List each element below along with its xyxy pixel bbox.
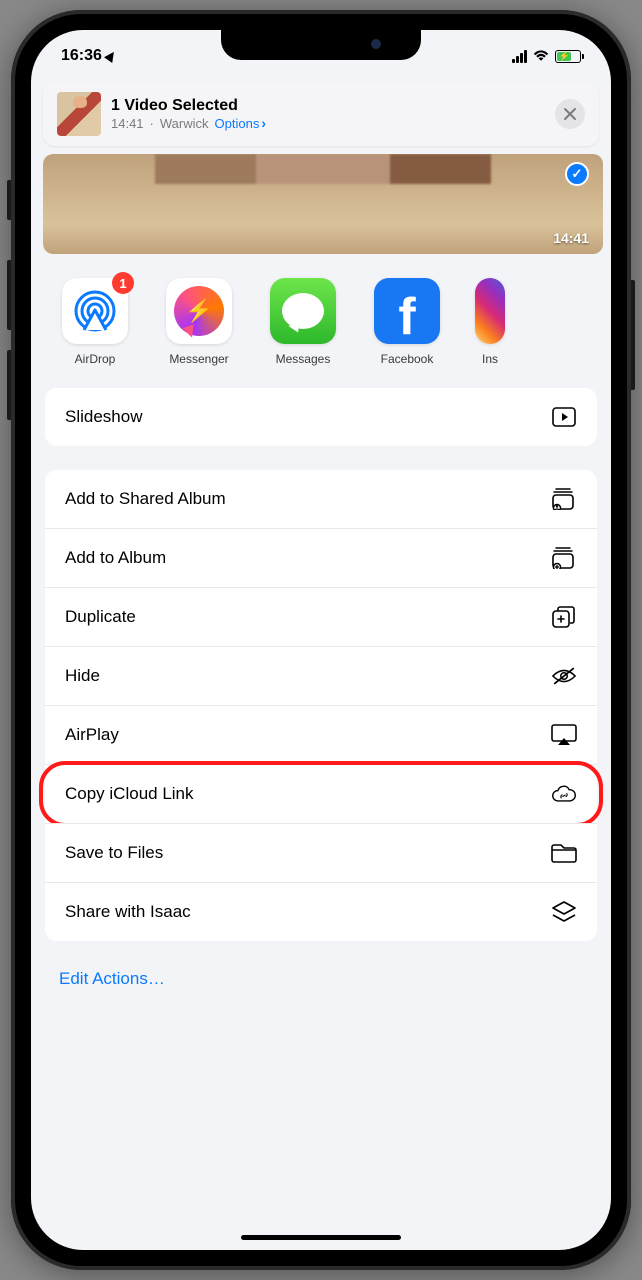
share-with-isaac-action[interactable]: Share with Isaac [45,882,597,941]
airdrop-app[interactable]: 1 AirDrop [59,278,131,366]
folder-icon [551,842,577,864]
share-header: 1 Video Selected 14:41 · Warwick Options… [43,82,599,146]
video-duration: 14:41 [553,230,589,246]
messages-icon [270,278,336,344]
instagram-app[interactable]: Ins [475,278,505,366]
selection-thumbnail [57,92,101,136]
instagram-label: Ins [482,352,498,366]
airplay-action[interactable]: AirPlay [45,705,597,764]
facebook-label: Facebook [381,352,434,366]
hide-label: Hide [65,666,100,686]
selected-check-icon: ✓ [565,162,589,186]
edit-actions-link[interactable]: Edit Actions… [31,951,611,1019]
add-album-action[interactable]: Add to Album [45,528,597,587]
preview-row: ✓ 14:41 [43,154,611,254]
airdrop-icon: 1 [62,278,128,344]
duplicate-action[interactable]: Duplicate [45,587,597,646]
save-to-files-action[interactable]: Save to Files [45,823,597,882]
location-arrow-icon [104,49,118,63]
album-plus-icon [551,547,577,569]
close-button[interactable] [555,99,585,129]
volume-up-button [7,260,11,330]
slideshow-action[interactable]: Slideshow [45,388,597,446]
mute-switch [7,180,11,220]
save-files-label: Save to Files [65,843,163,863]
duplicate-icon [551,606,577,628]
phone-frame: 16:36 ⚡ 1 Video Selected 14:41 · Warwick… [11,10,631,1270]
share-isaac-label: Share with Isaac [65,902,191,922]
power-button [631,280,635,390]
volume-down-button [7,350,11,420]
messenger-app[interactable]: ⚡ Messenger [163,278,235,366]
status-time: 16:36 [61,47,102,65]
selection-title: 1 Video Selected [111,97,545,115]
airplay-label: AirPlay [65,725,119,745]
screen: 16:36 ⚡ 1 Video Selected 14:41 · Warwick… [31,30,611,1250]
action-list-2: Add to Shared Album Add to Album Duplica… [45,470,597,941]
options-button[interactable]: Options› [215,115,266,131]
header-time: 14:41 [111,116,144,131]
add-album-label: Add to Album [65,548,166,568]
battery-icon: ⚡ [555,50,581,63]
add-shared-album-action[interactable]: Add to Shared Album [45,470,597,528]
messages-label: Messages [276,352,331,366]
copy-icloud-label: Copy iCloud Link [65,784,194,804]
play-box-icon [551,406,577,428]
instagram-icon [475,278,505,344]
add-shared-album-label: Add to Shared Album [65,489,226,509]
action-list-1: Slideshow [45,388,597,446]
messages-app[interactable]: Messages [267,278,339,366]
share-apps-row[interactable]: 1 AirDrop ⚡ Messenger Messages f [31,254,611,388]
layers-icon [551,901,577,923]
facebook-icon: f [374,278,440,344]
eye-slash-icon [551,665,577,687]
airdrop-label: AirDrop [75,352,116,366]
messenger-icon: ⚡ [166,278,232,344]
airdrop-badge: 1 [112,272,134,294]
cloud-link-icon [551,783,577,805]
hide-action[interactable]: Hide [45,646,597,705]
airplay-icon [551,724,577,746]
selected-video-preview[interactable]: ✓ 14:41 [43,154,603,254]
separator: · [150,116,154,131]
cellular-signal-icon [512,50,527,63]
album-person-icon [551,488,577,510]
chevron-right-icon: › [261,115,266,131]
header-location: Warwick [160,116,209,131]
copy-icloud-link-action[interactable]: Copy iCloud Link [45,764,597,823]
home-indicator[interactable] [241,1235,401,1240]
duplicate-label: Duplicate [65,607,136,627]
facebook-app[interactable]: f Facebook [371,278,443,366]
wifi-icon [533,50,549,62]
slideshow-label: Slideshow [65,407,143,427]
messenger-label: Messenger [169,352,228,366]
close-icon [563,107,577,121]
notch [221,30,421,60]
